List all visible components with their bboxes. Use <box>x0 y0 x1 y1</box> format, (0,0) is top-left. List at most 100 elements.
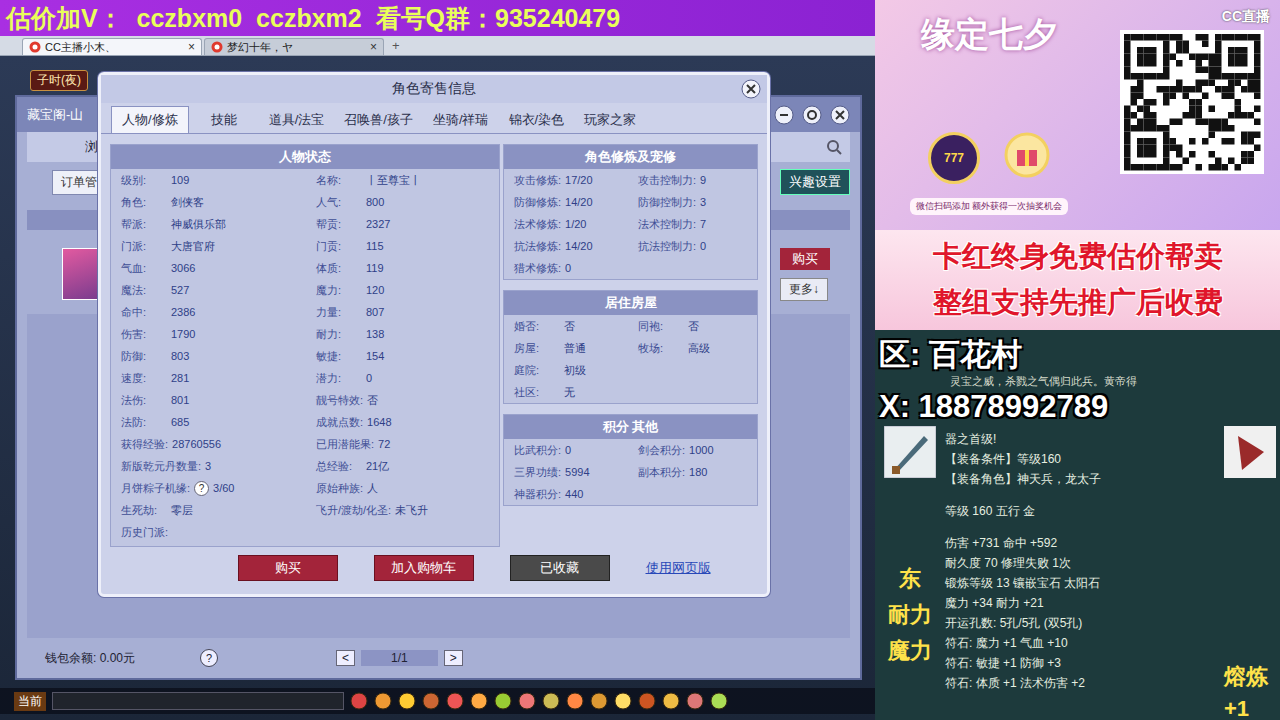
stat-label: 人气: <box>316 195 362 210</box>
toolbar-icon[interactable] <box>422 692 440 710</box>
dialog-close-icon[interactable] <box>741 79 761 99</box>
new-tab-button[interactable]: + <box>386 38 406 53</box>
dialog-tab[interactable]: 道具/法宝 <box>259 106 335 133</box>
chat-bar: 当前 <box>0 688 875 714</box>
toolbar-icon[interactable] <box>446 692 464 710</box>
stat-label: 伤害: <box>121 327 167 342</box>
stat-row: 房屋:普通牧场:高级 <box>504 337 757 359</box>
dialog-button[interactable]: 已收藏 <box>510 555 610 581</box>
minimize-icon[interactable] <box>774 105 794 125</box>
dialog-tab[interactable]: 人物/修炼 <box>111 106 189 133</box>
interest-button[interactable]: 兴趣设置 <box>780 169 850 195</box>
toolbar-icon[interactable] <box>542 692 560 710</box>
buy-button[interactable]: 购买 <box>780 248 830 270</box>
hint-icon[interactable]: ? <box>194 481 209 496</box>
stat-value: 281 <box>171 372 189 384</box>
dialog-tab[interactable]: 坐骑/祥瑞 <box>423 106 499 133</box>
toolbar-icon[interactable] <box>638 692 656 710</box>
close-icon[interactable] <box>830 105 850 125</box>
stat-row: 角色:剑侠客人气:800 <box>111 191 499 213</box>
stat-field: 门派:大唐官府 <box>121 239 316 254</box>
help-button[interactable]: ? <box>200 649 218 667</box>
stat-value: 3 <box>700 196 706 208</box>
stat-field: 帮派:神威俱乐部 <box>121 217 316 232</box>
stat-value: 零层 <box>171 503 193 518</box>
next-page[interactable]: > <box>444 650 463 666</box>
stream-left: 估价加V： cczbxm0 cczbxm2 看号Q群：935240479CC主播… <box>0 0 875 720</box>
stat-value: 14/20 <box>565 196 593 208</box>
stat-label: 副本积分: <box>638 465 685 480</box>
stat-value: 180 <box>689 466 707 478</box>
cc-logo: CC直播 <box>1222 8 1270 26</box>
stat-label: 级别: <box>121 173 167 188</box>
dialog-button[interactable]: 加入购物车 <box>374 555 474 581</box>
more-button[interactable]: 更多↓ <box>780 278 828 301</box>
qr-code-icon[interactable] <box>1120 30 1264 174</box>
toolbar-icon[interactable] <box>710 692 728 710</box>
game-time: 子时(夜) <box>30 70 88 91</box>
stat-field: 副本积分: 180 <box>638 465 757 480</box>
info-section: 积分 其他比武积分:0剑会积分:1000三界功绩:5994副本积分:180神器积… <box>503 414 758 506</box>
stat-value: 初级 <box>564 363 586 378</box>
stat-field: 社区:无 <box>514 385 638 400</box>
stat-value: 5994 <box>565 466 589 478</box>
market-footer: 钱包余额: 0.00元?<1/1> <box>17 638 860 678</box>
toolbar-icon[interactable] <box>350 692 368 710</box>
web-version-link[interactable]: 使用网页版 <box>646 556 711 580</box>
stat-label: 命中: <box>121 305 167 320</box>
item-side-right: 熔炼+1 <box>1224 426 1280 720</box>
toolbar-icon[interactable] <box>590 692 608 710</box>
dialog-tabs: 人物/修炼技能道具/法宝召唤兽/孩子坐骑/祥瑞锦衣/染色玩家之家 <box>101 103 767 134</box>
stat-field: 抗法修炼:14/20 <box>514 239 638 254</box>
toolbar-icon[interactable] <box>470 692 488 710</box>
stat-field: 伤害:1790 <box>121 327 316 342</box>
dialog-tab[interactable]: 玩家之家 <box>574 106 646 133</box>
dialog-tab[interactable]: 锦衣/染色 <box>499 106 575 133</box>
toolbar-icon[interactable] <box>566 692 584 710</box>
search-icon[interactable] <box>826 139 842 155</box>
stat-field: 总经验:21亿 <box>316 459 499 474</box>
dialog-button[interactable]: 购买 <box>238 555 338 581</box>
chat-input[interactable] <box>52 692 344 710</box>
stat-field: 生死劫:零层 <box>121 503 316 518</box>
dialog-tab[interactable]: 召唤兽/孩子 <box>334 106 423 133</box>
toolbar-icon[interactable] <box>614 692 632 710</box>
toolbar-icon[interactable] <box>662 692 680 710</box>
stat-field: 获得经验:28760556 <box>121 437 316 452</box>
toolbar-icon[interactable] <box>518 692 536 710</box>
stat-field: 潜力:0 <box>316 371 499 386</box>
event-badges: 777 <box>928 132 1050 184</box>
slogan-area: 卡红终身免费估价帮卖整组支持先推广后收费 <box>875 230 1280 330</box>
tab-close[interactable]: × <box>370 40 377 54</box>
stat-label: 防御控制力: <box>638 195 696 210</box>
settings-icon[interactable] <box>802 105 822 125</box>
stat-value: 685 <box>171 416 189 428</box>
stat-row: 帮派:神威俱乐部帮贡:2327 <box>111 213 499 235</box>
toolbar-icon[interactable] <box>494 692 512 710</box>
stat-value: 否 <box>367 393 378 408</box>
stat-label: 气血: <box>121 261 167 276</box>
item-row: 东耐力魔力器之首级!【装备条件】等级160【装备角色】神天兵，龙太子等级 160… <box>875 426 1280 720</box>
chat-channel[interactable]: 当前 <box>14 692 46 711</box>
toolbar-icon[interactable] <box>398 692 416 710</box>
toolbar-icon[interactable] <box>374 692 392 710</box>
dialog-tab[interactable]: 技能 <box>189 106 259 133</box>
item-line: 【装备条件】等级160 <box>945 450 1224 468</box>
ad-top: 缘定七夕777微信扫码添加 额外获得一次抽奖机会CC直播 <box>875 0 1280 230</box>
status-panel: 人物状态级别:109名称:丨至尊宝丨角色:剑侠客人气:800帮派:神威俱乐部帮贡… <box>110 144 500 547</box>
stat-label: 速度: <box>121 371 167 386</box>
browser-tab[interactable]: CC主播小木、× <box>22 38 202 55</box>
prev-page[interactable]: < <box>336 650 355 666</box>
stat-value: 440 <box>565 488 583 500</box>
stat-row: 月饼粽子机缘:?3/60原始种族:人 <box>111 477 499 499</box>
stat-field: 飞升/渡劫/化圣:未飞升 <box>316 503 499 518</box>
stat-field: 门贡:115 <box>316 239 499 254</box>
toolbar-icon[interactable] <box>686 692 704 710</box>
stat-field: 同袍:否 <box>638 319 757 334</box>
browser-tab[interactable]: 梦幻十年，ヤ× <box>204 38 384 55</box>
stat-value: 剑侠客 <box>171 195 204 210</box>
tab-close[interactable]: × <box>188 40 195 54</box>
wallet-balance: 钱包余额: 0.00元 <box>45 650 200 667</box>
stat-field: 力量:807 <box>316 305 499 320</box>
window-controls <box>774 105 850 125</box>
